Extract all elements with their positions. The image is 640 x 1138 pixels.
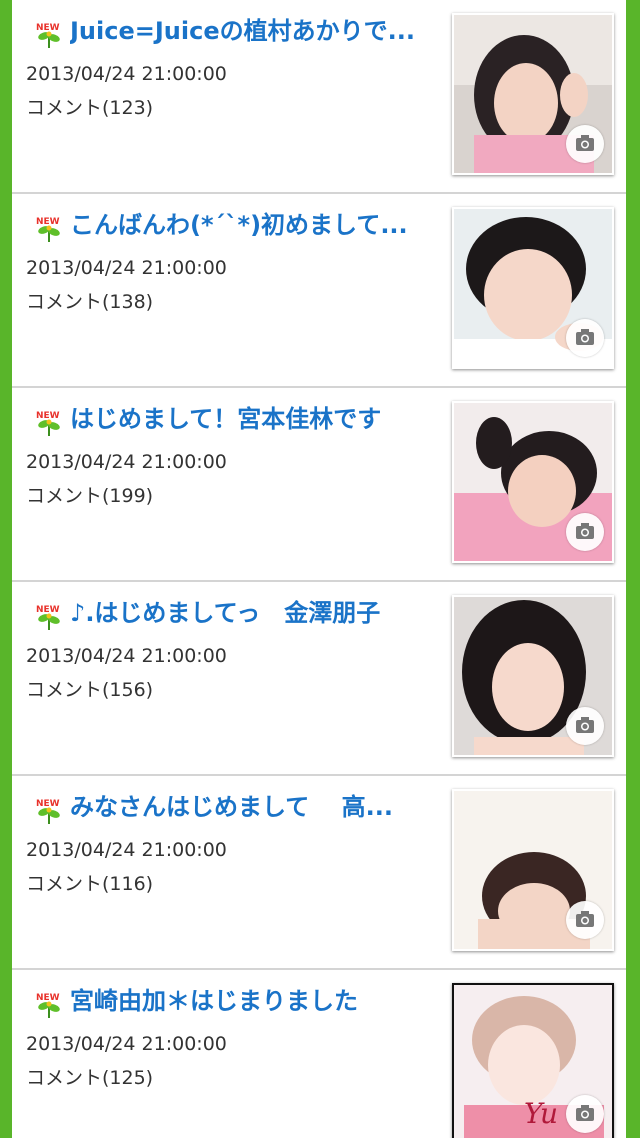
entry-date: 2013/04/24 21:00:00 <box>26 63 227 85</box>
entry-thumbnail[interactable]: Yu <box>452 983 614 1138</box>
blog-entry[interactable]: NEW はじめまして！宮本佳林です 2013/04/24 21:00:00 コメ… <box>12 388 626 582</box>
camera-icon <box>566 319 604 357</box>
blog-entry-list: NEW Juice=Juiceの植村あかりで... 2013/04/24 21:… <box>12 0 626 1138</box>
new-sprout-icon: NEW <box>34 796 64 826</box>
entry-title[interactable]: ♪.はじめましてっ 金澤朋子 <box>70 596 430 630</box>
new-sprout-icon: NEW <box>34 990 64 1020</box>
entry-title[interactable]: 宮崎由加＊はじまりました <box>70 984 430 1018</box>
svg-text:NEW: NEW <box>36 23 60 33</box>
entry-comment-count[interactable]: コメント(116) <box>26 872 153 896</box>
entry-comment-count[interactable]: コメント(138) <box>26 290 153 314</box>
entry-title[interactable]: みなさんはじめまして 高... <box>70 790 430 824</box>
entry-comment-count[interactable]: コメント(156) <box>26 678 153 702</box>
blog-entry[interactable]: NEW ♪.はじめましてっ 金澤朋子 2013/04/24 21:00:00 コ… <box>12 582 626 776</box>
camera-icon <box>566 901 604 939</box>
new-sprout-icon: NEW <box>34 602 64 632</box>
entry-date: 2013/04/24 21:00:00 <box>26 257 227 279</box>
svg-text:NEW: NEW <box>36 799 60 809</box>
svg-text:NEW: NEW <box>36 993 60 1003</box>
camera-icon <box>566 513 604 551</box>
entry-thumbnail[interactable] <box>452 401 614 563</box>
camera-icon <box>566 1095 604 1133</box>
blog-entry[interactable]: NEW みなさんはじめまして 高... 2013/04/24 21:00:00 … <box>12 776 626 970</box>
entry-date: 2013/04/24 21:00:00 <box>26 1033 227 1055</box>
entry-comment-count[interactable]: コメント(199) <box>26 484 153 508</box>
blog-entry[interactable]: NEW Juice=Juiceの植村あかりで... 2013/04/24 21:… <box>12 0 626 194</box>
svg-text:NEW: NEW <box>36 605 60 615</box>
blog-entry[interactable]: NEW 宮崎由加＊はじまりました 2013/04/24 21:00:00 コメン… <box>12 970 626 1138</box>
entry-date: 2013/04/24 21:00:00 <box>26 645 227 667</box>
camera-icon <box>566 125 604 163</box>
entry-date: 2013/04/24 21:00:00 <box>26 839 227 861</box>
new-sprout-icon: NEW <box>34 20 64 50</box>
new-sprout-icon: NEW <box>34 408 64 438</box>
entry-comment-count[interactable]: コメント(123) <box>26 96 153 120</box>
entry-thumbnail[interactable] <box>452 789 614 951</box>
new-sprout-icon: NEW <box>34 214 64 244</box>
svg-text:Yu: Yu <box>524 1097 558 1130</box>
entry-thumbnail[interactable] <box>452 595 614 757</box>
entry-thumbnail[interactable] <box>452 13 614 175</box>
camera-icon <box>566 707 604 745</box>
blog-entry[interactable]: NEW こんばんわ(*´`*)初めまして... 2013/04/24 21:00… <box>12 194 626 388</box>
svg-text:NEW: NEW <box>36 217 60 227</box>
entry-comment-count[interactable]: コメント(125) <box>26 1066 153 1090</box>
entry-title[interactable]: はじめまして！宮本佳林です <box>70 402 430 436</box>
entry-title[interactable]: Juice=Juiceの植村あかりで... <box>70 14 430 48</box>
entry-title[interactable]: こんばんわ(*´`*)初めまして... <box>70 208 430 242</box>
svg-text:NEW: NEW <box>36 411 60 421</box>
entry-thumbnail[interactable] <box>452 207 614 369</box>
entry-date: 2013/04/24 21:00:00 <box>26 451 227 473</box>
